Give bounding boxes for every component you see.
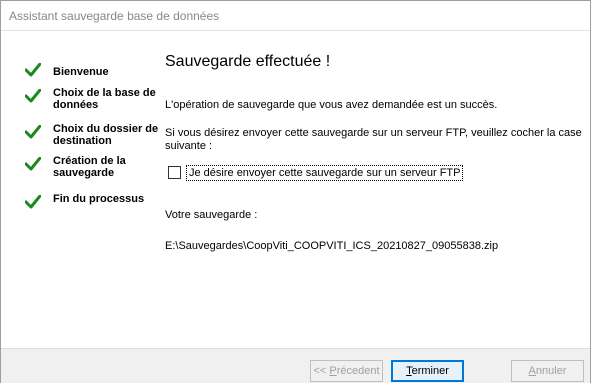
steps-sidebar: Bienvenue Choix de la base de données Ch… [1,31,159,348]
step-label: Choix de la base de données [53,87,156,111]
finish-button[interactable]: Terminer [391,360,464,382]
previous-mnemonic: P [329,365,337,377]
check-icon [25,195,41,209]
success-message: L'opération de sauvegarde que vous avez … [165,99,498,111]
ftp-checkbox[interactable] [168,166,181,179]
check-icon [25,125,41,139]
step-label: Création de la sauvegarde [53,155,126,179]
cancel-button[interactable]: Annuler [511,360,584,382]
finish-rest: erminer [411,365,449,377]
check-icon [25,63,41,77]
previous-prefix: << [313,365,330,377]
check-icon [25,157,41,171]
backup-path: E:\Sauvegardes\CoopViti_COOPVITI_ICS_202… [165,240,499,252]
previous-button[interactable]: << Précedent [310,360,383,382]
ftp-checkbox-label[interactable]: Je désire envoyer cette sauvegarde sur u… [186,165,464,181]
cancel-rest: nnuler [535,365,567,377]
wizard-window: Assistant sauvegarde base de données Bie… [0,0,591,383]
cancel-mnemonic: A [528,365,536,377]
check-icon [25,89,41,103]
step-label: Choix du dossier de destination [53,123,159,147]
title-bar: Assistant sauvegarde base de données [1,1,590,31]
main-panel: Sauvegarde effectuée ! L'opération de sa… [163,31,588,348]
page-title: Sauvegarde effectuée ! [165,53,331,70]
previous-rest: récedent [336,365,380,377]
button-bar: << Précedent Terminer Annuler [1,348,590,383]
step-label: Bienvenue [53,66,109,78]
window-title: Assistant sauvegarde base de données [9,9,220,23]
backup-label: Votre sauvegarde : [165,209,258,221]
step-label: Fin du processus [53,193,145,205]
ftp-instruction: Si vous désirez envoyer cette sauvegarde… [165,127,582,152]
